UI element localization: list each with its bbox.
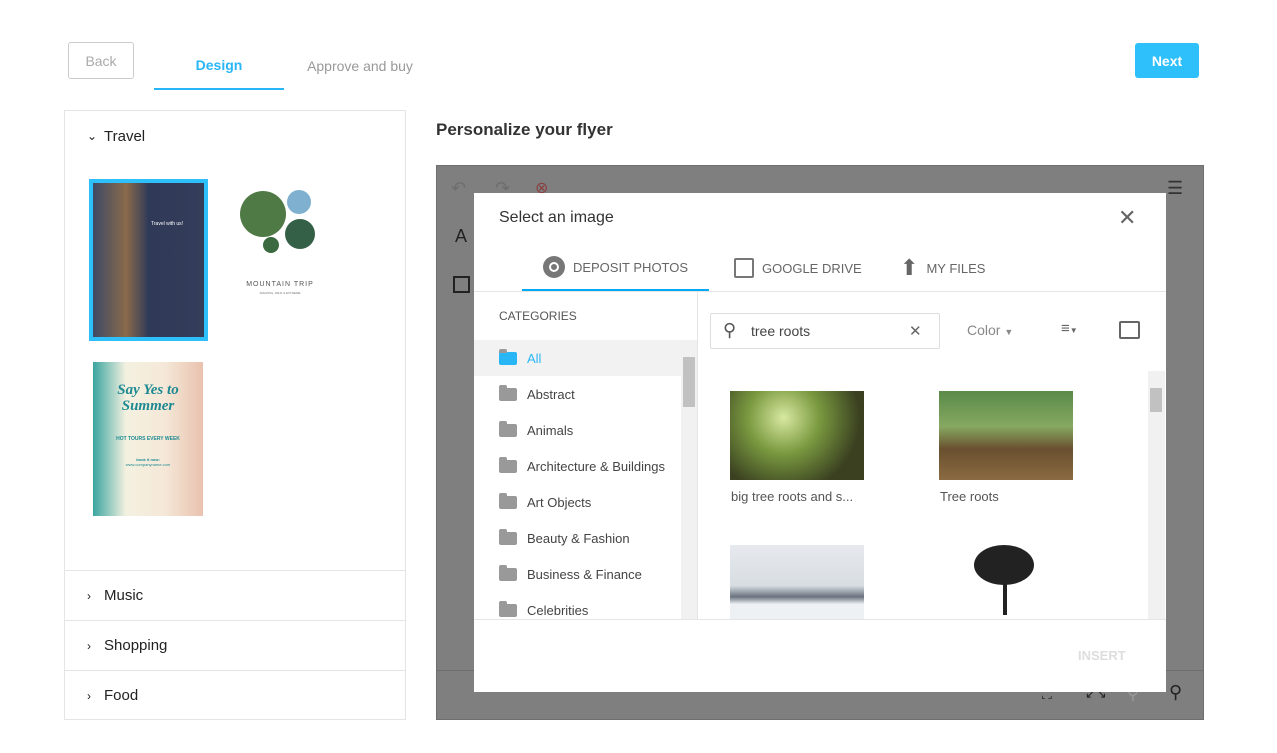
section-label: Music bbox=[104, 587, 144, 604]
template-thumb-mountain[interactable]: MOUNTAIN TRIP AMAZING, WILD & EXTREME bbox=[225, 183, 335, 333]
section-shopping[interactable]: › Shopping bbox=[65, 620, 405, 670]
folder-icon bbox=[499, 600, 517, 617]
section-music[interactable]: › Music bbox=[65, 570, 405, 620]
clear-search-icon[interactable]: ✕ bbox=[909, 322, 922, 340]
back-button[interactable]: Back bbox=[68, 42, 134, 79]
next-button[interactable]: Next bbox=[1135, 43, 1199, 78]
template-thumb-summer[interactable]: Say Yes to Summer HOT TOURS EVERY WEEK b… bbox=[93, 362, 203, 516]
template-thumb-travel[interactable]: Travel with us! bbox=[89, 179, 208, 341]
image-icon bbox=[734, 258, 754, 278]
category-label: Architecture & Buildings bbox=[527, 458, 666, 474]
color-filter-dropdown[interactable]: Color ▼ bbox=[967, 322, 1013, 338]
text-tool-icon[interactable]: A bbox=[455, 226, 467, 247]
chevron-right-icon: › bbox=[87, 688, 91, 703]
thumb-subtitle: AMAZING, WILD & EXTREME bbox=[259, 291, 301, 295]
search-value: tree roots bbox=[751, 323, 811, 339]
tab-google-drive[interactable]: GOOGLE DRIVE bbox=[734, 245, 894, 291]
folder-icon bbox=[499, 492, 517, 509]
close-icon[interactable]: ✕ bbox=[1118, 205, 1136, 231]
select-image-dialog: Select an image ✕ DEPOSIT PHOTOS GOOGLE … bbox=[474, 193, 1166, 692]
category-item[interactable]: All bbox=[474, 340, 681, 376]
folder-icon bbox=[499, 528, 517, 545]
category-list: All Abstract Animals Architecture & Buildin… bbox=[474, 340, 697, 619]
category-item[interactable]: Beauty & Fashion bbox=[474, 520, 681, 556]
folder-icon bbox=[499, 420, 517, 437]
category-label: Celebrities bbox=[527, 602, 589, 618]
tab-design[interactable]: Design bbox=[154, 42, 284, 90]
category-item[interactable]: Abstract bbox=[474, 376, 681, 412]
category-item[interactable]: Art Objects bbox=[474, 484, 681, 520]
shape-tool-icon[interactable] bbox=[453, 276, 470, 293]
result-image[interactable] bbox=[730, 545, 864, 619]
category-scrollbar[interactable] bbox=[681, 340, 697, 619]
category-label: Abstract bbox=[527, 386, 575, 402]
section-label: Shopping bbox=[104, 637, 168, 654]
thumb-title: Say Yes to Summer bbox=[117, 382, 179, 414]
tab-deposit-photos[interactable]: DEPOSIT PHOTOS bbox=[522, 245, 709, 291]
folder-icon bbox=[499, 384, 517, 401]
thumb-title: Travel with us! bbox=[151, 221, 184, 227]
category-label: Business & Finance bbox=[527, 566, 642, 582]
insert-button[interactable]: INSERT bbox=[1078, 648, 1126, 663]
undo-icon[interactable]: ↶ bbox=[451, 178, 466, 199]
category-label: All bbox=[527, 350, 542, 366]
chevron-right-icon: › bbox=[87, 588, 91, 603]
category-label: Art Objects bbox=[527, 494, 592, 510]
folder-icon bbox=[499, 564, 517, 581]
tab-approve-and-buy[interactable]: Approve and buy bbox=[290, 42, 430, 90]
section-label: Travel bbox=[104, 127, 146, 145]
category-label: Animals bbox=[527, 422, 574, 438]
section-label: Food bbox=[104, 687, 139, 704]
camera-icon bbox=[542, 256, 565, 278]
folder-icon bbox=[499, 456, 517, 473]
category-item[interactable]: Animals bbox=[474, 412, 681, 448]
template-sidebar: ⌄ Travel Travel with us! MOUNTAIN TRIP AM… bbox=[64, 110, 406, 720]
tab-my-files[interactable]: ⬆ MY FILES bbox=[900, 245, 1030, 291]
result-image[interactable] bbox=[730, 391, 864, 480]
results-scrollbar[interactable] bbox=[1148, 371, 1165, 619]
fullscreen-icon[interactable] bbox=[1119, 321, 1140, 339]
chevron-down-icon: ⌄ bbox=[87, 129, 98, 143]
result-caption: big tree roots and s... bbox=[731, 489, 854, 504]
layers-icon[interactable]: ☰ bbox=[1167, 178, 1183, 199]
zoom-in-icon[interactable]: ⚲ bbox=[1169, 682, 1182, 703]
page-title: Personalize your flyer bbox=[436, 120, 613, 139]
category-item[interactable]: Celebrities bbox=[474, 592, 681, 619]
result-caption: Tree roots bbox=[940, 489, 999, 504]
search-icon: ⚲ bbox=[723, 320, 737, 340]
search-input[interactable]: ⚲ tree roots ✕ bbox=[710, 313, 940, 349]
section-travel[interactable]: ⌄ Travel bbox=[65, 111, 405, 161]
category-item[interactable]: Business & Finance bbox=[474, 556, 681, 592]
color-filter-label: Color bbox=[967, 322, 1001, 338]
tab-label: GOOGLE DRIVE bbox=[762, 260, 862, 276]
folder-icon bbox=[499, 348, 517, 365]
tab-label: MY FILES bbox=[926, 260, 986, 276]
thumb-url: www.companyname.com bbox=[125, 462, 171, 467]
caret-down-icon: ▼ bbox=[1004, 327, 1014, 337]
categories-label: CATEGORIES bbox=[499, 309, 577, 323]
dialog-title: Select an image bbox=[499, 209, 614, 226]
category-label: Beauty & Fashion bbox=[527, 530, 630, 546]
result-image[interactable] bbox=[939, 391, 1073, 480]
sort-dropdown[interactable]: ≡▼ bbox=[1061, 320, 1078, 337]
caret-down-icon: ▼ bbox=[1069, 326, 1078, 335]
thumb-title: MOUNTAIN TRIP bbox=[246, 281, 314, 288]
chevron-right-icon: › bbox=[87, 638, 91, 653]
category-item[interactable]: Architecture & Buildings bbox=[474, 448, 681, 484]
result-image[interactable] bbox=[939, 545, 1073, 619]
tab-label: DEPOSIT PHOTOS bbox=[572, 259, 689, 275]
upload-icon: ⬆ bbox=[900, 255, 919, 280]
thumb-subtitle: HOT TOURS EVERY WEEK bbox=[116, 436, 180, 442]
sort-icon: ≡ bbox=[1061, 320, 1070, 337]
section-food[interactable]: › Food bbox=[65, 670, 405, 720]
